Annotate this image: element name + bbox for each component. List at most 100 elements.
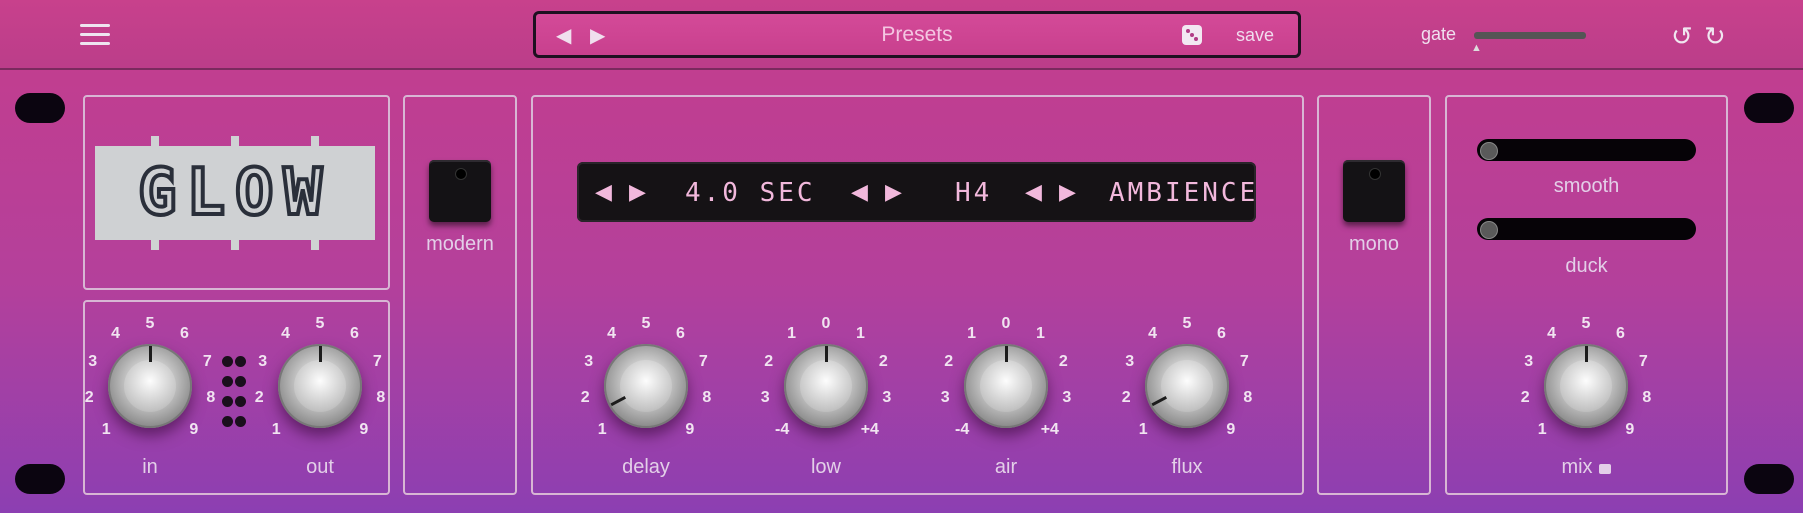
smooth-slider[interactable]	[1477, 139, 1696, 161]
low-tick: -4	[775, 420, 790, 438]
flux-label-text: flux	[1171, 456, 1203, 478]
top-bar: ◀ ▶ Presets save gate ▲ ↺ ↻	[0, 0, 1803, 70]
air-tick: 2	[1058, 353, 1068, 371]
flux-tick: 8	[1243, 389, 1253, 407]
out-label: out	[260, 456, 380, 479]
out-tick: 9	[359, 420, 369, 438]
mode-prev-button[interactable]: ◀	[851, 179, 868, 205]
duck-label: duck	[1565, 255, 1608, 277]
flux-tick: 6	[1216, 325, 1226, 343]
algorithm-prev-button[interactable]: ◀	[1025, 179, 1042, 205]
redo-icon[interactable]: ↻	[1704, 21, 1726, 52]
duck-slider[interactable]	[1477, 218, 1696, 240]
mix-knob[interactable]	[1544, 344, 1628, 428]
mode-value: H4	[955, 178, 993, 208]
air-tick: 1	[1035, 325, 1045, 343]
mix-tick: 4	[1547, 325, 1556, 343]
low-tick: 2	[764, 353, 774, 371]
air-knob[interactable]	[964, 344, 1048, 428]
mix-tick: 5	[1581, 315, 1591, 332]
mono-switch[interactable]	[1343, 160, 1405, 222]
rack-hole	[1744, 93, 1794, 123]
in-tick: 6	[179, 325, 189, 343]
delay-label: delay	[586, 456, 706, 479]
flux-label: flux	[1127, 456, 1247, 479]
flux-knob[interactable]	[1145, 344, 1229, 428]
modern-label: modern	[426, 233, 494, 255]
low-tick: 3	[760, 389, 770, 407]
flux-tick: 4	[1148, 325, 1157, 343]
low-tick: 1	[855, 325, 865, 343]
gate-slider[interactable]	[1474, 32, 1586, 39]
low-knob[interactable]	[784, 344, 868, 428]
gate-slider-thumb[interactable]: ▲	[1471, 42, 1482, 54]
mix-tick: 2	[1520, 389, 1530, 407]
delay-tick: 1	[597, 420, 607, 438]
flux-tick: 2	[1121, 389, 1131, 407]
flux-tick: 9	[1226, 420, 1236, 438]
level-meter-leds	[221, 354, 249, 434]
mix-tick: 8	[1642, 389, 1652, 407]
delay-tick: 7	[698, 353, 708, 371]
air-tick: 2	[944, 353, 954, 371]
air-tick: 0	[1001, 315, 1011, 332]
mono-label: mono	[1348, 233, 1400, 255]
mix-tick: 6	[1615, 325, 1625, 343]
out-tick: 1	[271, 420, 281, 438]
algorithm-next-button[interactable]: ▶	[1059, 179, 1076, 205]
out-knob[interactable]	[278, 344, 362, 428]
modern-panel	[403, 95, 517, 495]
delay-tick: 5	[641, 315, 651, 332]
in-knob[interactable]	[108, 344, 192, 428]
in-tick: 1	[101, 420, 111, 438]
time-next-button[interactable]: ▶	[629, 179, 646, 205]
air-tick: +4	[1040, 420, 1059, 438]
algorithm-value: AMBIENCE	[1109, 178, 1259, 208]
in-tick: 7	[202, 353, 212, 371]
in-label: in	[90, 456, 210, 479]
delay-tick: 9	[685, 420, 695, 438]
delay-knob[interactable]	[604, 344, 688, 428]
low-tick: +4	[860, 420, 879, 438]
out-tick: 2	[254, 389, 264, 407]
lock-icon[interactable]	[1598, 464, 1611, 474]
mix-label: mix	[1526, 456, 1646, 479]
out-tick: 3	[258, 353, 268, 371]
undo-icon[interactable]: ↺	[1671, 21, 1693, 52]
preset-bar: ◀ ▶ Presets save	[533, 11, 1301, 58]
mix-tick: 7	[1638, 353, 1648, 371]
in-tick: 5	[145, 315, 155, 332]
hamburger-icon[interactable]	[80, 24, 110, 46]
rack-hole	[1744, 464, 1794, 494]
in-tick: 3	[88, 353, 98, 371]
rack-hole	[15, 464, 65, 494]
flux-tick: 1	[1138, 420, 1148, 438]
mix-tick: 1	[1537, 420, 1547, 438]
air-label: air	[946, 456, 1066, 479]
lcd-display: ◀ ▶ 4.0 SEC ◀ ▶ H4 ◀ ▶ AMBIENCE	[577, 162, 1256, 222]
save-button[interactable]: save	[1236, 25, 1274, 46]
mix-label-text: mix	[1561, 456, 1593, 478]
out-tick: 6	[349, 325, 359, 343]
delay-tick: 8	[702, 389, 712, 407]
out-tick: 5	[315, 315, 325, 332]
low-tick: 2	[878, 353, 888, 371]
modern-switch[interactable]	[429, 160, 491, 222]
dice-icon[interactable]	[1182, 25, 1202, 45]
delay-tick: 6	[675, 325, 685, 343]
delay-tick: 4	[607, 325, 616, 343]
delay-tick: 3	[584, 353, 594, 371]
mode-next-button[interactable]: ▶	[885, 179, 902, 205]
out-label-text: out	[306, 456, 334, 478]
out-tick: 7	[372, 353, 382, 371]
glow-logo: GLOW	[95, 136, 375, 250]
in-tick: 8	[206, 389, 216, 407]
low-tick: 1	[787, 325, 796, 343]
gate-label: gate	[1421, 24, 1457, 44]
flux-tick: 3	[1125, 353, 1135, 371]
in-tick: 9	[189, 420, 199, 438]
low-label: low	[766, 456, 886, 479]
in-label-text: in	[142, 456, 158, 478]
mono-panel	[1317, 95, 1431, 495]
time-prev-button[interactable]: ◀	[595, 179, 612, 205]
